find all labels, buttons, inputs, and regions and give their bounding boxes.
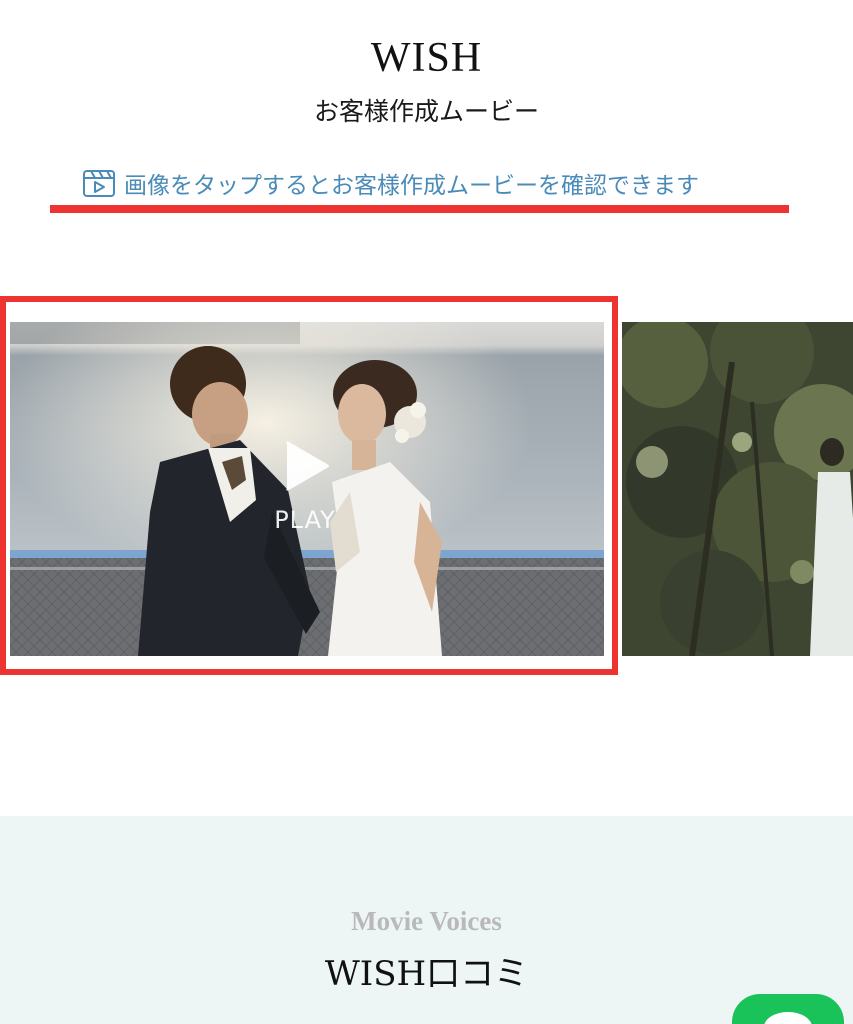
page-subtitle: お客様作成ムービー: [313, 97, 539, 126]
bride-in-forest-photo: [622, 322, 853, 656]
page: WISH お客様作成ムービー 画像をタップするとお客様作成ムービーを確認できます: [0, 0, 853, 1024]
line-chat-icon: [764, 1012, 812, 1024]
play-icon: [286, 441, 329, 491]
play-label: PLAY: [274, 506, 336, 534]
movie-voices-section: Movie Voices WISH口コミ: [0, 816, 853, 1024]
movie-thumbnail-forest[interactable]: [622, 322, 853, 656]
section-title: WISH口コミ: [324, 954, 529, 994]
section-eyebrow: Movie Voices: [351, 906, 502, 936]
movie-carousel[interactable]: PLAY: [0, 296, 853, 680]
brand-title: WISH: [370, 35, 483, 81]
highlight-underline: [50, 205, 789, 213]
tap-to-view-movie-hint[interactable]: 画像をタップするとお客様作成ムービーを確認できます: [82, 165, 699, 201]
hint-text: 画像をタップするとお客様作成ムービーを確認できます: [124, 173, 699, 199]
line-chat-button[interactable]: [732, 994, 844, 1024]
video-clapper-icon: [82, 167, 116, 199]
